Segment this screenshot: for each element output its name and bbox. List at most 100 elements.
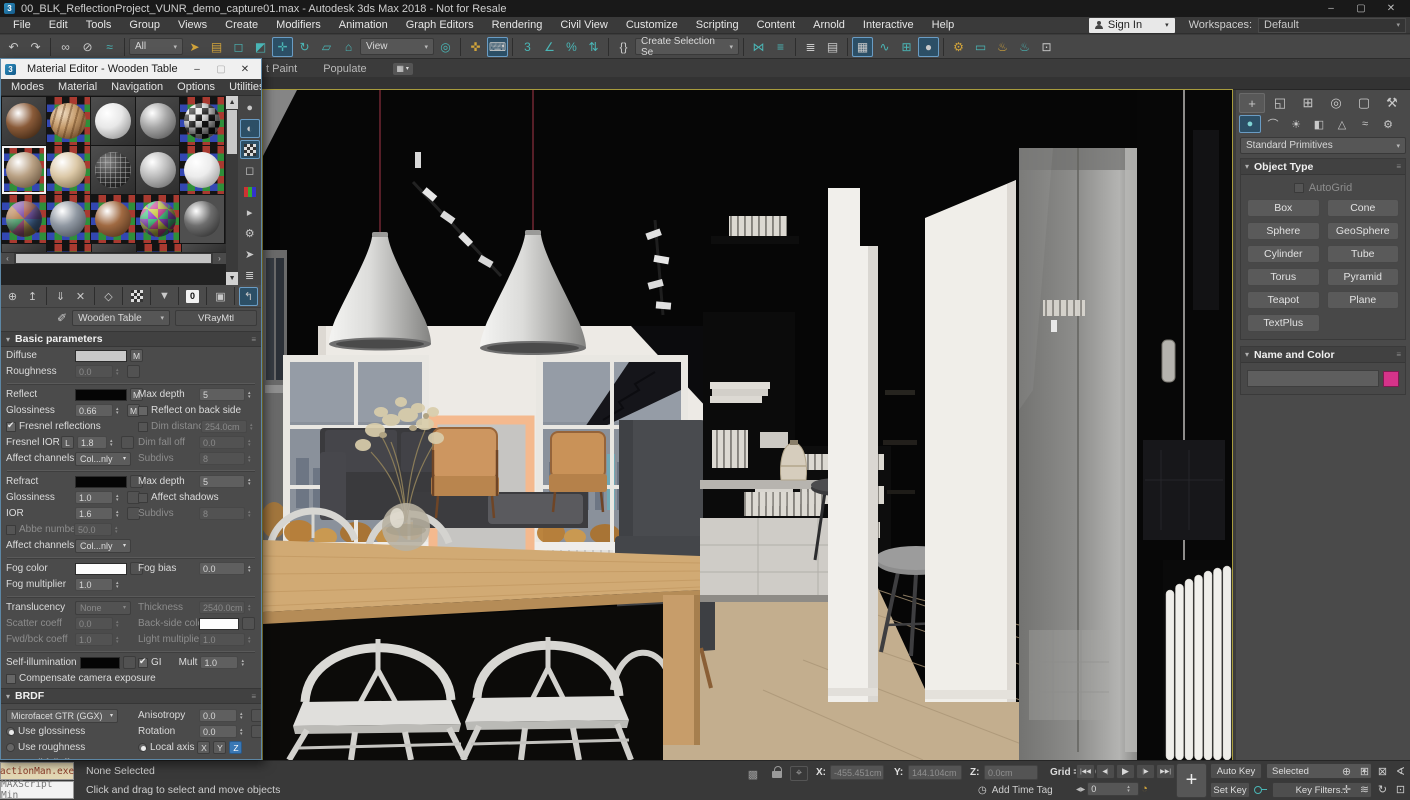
sample-horizontal-scrollbar[interactable]: ‹ › (1, 252, 226, 264)
fwdbck-coeff-field[interactable]: 1.0 (75, 633, 113, 646)
dim-falloff-field[interactable]: 0.0 (199, 436, 245, 449)
reflect-back-checkbox[interactable] (138, 406, 148, 416)
refract-subdivs-field[interactable]: 8 (199, 507, 245, 520)
translucency-dropdown[interactable]: None▾ (75, 601, 131, 615)
background-icon[interactable] (240, 140, 260, 159)
material-sample-slot[interactable] (2, 195, 46, 243)
reference-coordinate-dropdown[interactable]: View▾ (360, 38, 434, 55)
fresnel-ior-map-button[interactable] (121, 436, 134, 449)
compensate-exposure-checkbox[interactable] (6, 674, 16, 684)
fog-bias-field[interactable]: 0.0 (199, 562, 245, 575)
material-sample-slot[interactable] (180, 195, 224, 243)
tab-populate[interactable]: Populate (323, 63, 366, 75)
isolate-selection-icon[interactable]: ▩ (744, 766, 762, 782)
name-color-header[interactable]: ▾ Name and Color ≡ (1241, 347, 1405, 363)
menu-edit[interactable]: Edit (40, 19, 77, 31)
scrollbar-thumb[interactable] (16, 254, 211, 263)
thickness-field[interactable]: 2540.0cm (199, 601, 245, 614)
local-axis-radio[interactable] (138, 743, 147, 752)
x-coordinate-field[interactable]: -455.451cm (830, 765, 884, 780)
menu-modes[interactable]: Modes (4, 81, 51, 93)
use-roughness-radio[interactable] (6, 743, 15, 752)
object-name-input[interactable] (1247, 370, 1379, 387)
refract-max-depth-field[interactable]: 5 (199, 475, 245, 488)
material-name-dropdown[interactable]: Wooden Table▾ (72, 310, 170, 326)
menu-modifiers[interactable]: Modifiers (267, 19, 330, 31)
material-sample-slot[interactable] (136, 195, 180, 243)
axis-x-button[interactable]: X (197, 741, 210, 754)
roughness-map-button[interactable] (127, 365, 140, 378)
play-button[interactable]: ▶ (1116, 764, 1135, 779)
tab-object-paint[interactable]: t Paint (266, 63, 297, 75)
backside-map-button[interactable] (242, 617, 255, 630)
show-background-icon[interactable] (127, 287, 146, 306)
select-object-icon[interactable]: ➤ (184, 37, 205, 57)
reflect-color-swatch[interactable] (75, 389, 127, 401)
object-type-header[interactable]: ▾ Object Type ≡ (1241, 159, 1405, 175)
maximize-viewport-icon[interactable]: ⊡ (1392, 781, 1409, 798)
select-by-material-icon[interactable]: ➤ (240, 245, 260, 264)
sample-type-icon[interactable]: ● (240, 98, 260, 117)
options-icon[interactable]: ⚙ (240, 224, 260, 243)
sample-uv-tiling-icon[interactable]: ◻ (240, 161, 260, 180)
scroll-down-icon[interactable]: ▼ (226, 272, 238, 285)
geometry-category-icon[interactable]: ● (1239, 115, 1261, 133)
fresnel-ior-field[interactable]: 1.8 (77, 436, 107, 449)
create-tab-icon[interactable]: + (1239, 93, 1265, 113)
named-selection-dropdown[interactable]: Create Selection Se▾ (635, 38, 739, 55)
pan-icon[interactable]: ✛ (1338, 781, 1355, 798)
fresnel-checkbox[interactable] (6, 422, 16, 432)
scroll-up-icon[interactable]: ▲ (226, 96, 238, 109)
box-button[interactable]: Box (1247, 199, 1320, 217)
refract-color-swatch[interactable] (75, 476, 127, 488)
brdf-model-dropdown[interactable]: Microfacet GTR (GGX)▾ (6, 709, 118, 723)
material-type-button[interactable]: VRayMtl (175, 310, 257, 326)
glossiness-field[interactable]: 0.66 (75, 404, 113, 417)
scatter-coeff-field[interactable]: 0.0 (75, 617, 113, 630)
abbe-checkbox[interactable] (6, 525, 16, 535)
put-to-library-icon[interactable]: ▼ (155, 287, 174, 306)
angle-snap-icon[interactable]: ∠ (539, 37, 560, 57)
frame-step-arrows[interactable]: ◀▶ (1076, 786, 1085, 793)
use-glossiness-radio[interactable] (6, 727, 15, 736)
maxscript-mini-button[interactable]: MAXScript Min (0, 781, 74, 799)
subdivs-field[interactable]: 8 (199, 452, 245, 465)
menu-file[interactable]: File (4, 19, 40, 31)
fog-multiplier-field[interactable]: 1.0 (75, 578, 113, 591)
menu-material[interactable]: Material (51, 81, 104, 93)
menu-interactive[interactable]: Interactive (854, 19, 923, 31)
make-preview-icon[interactable]: ▸ (240, 203, 260, 222)
show-end-result-icon[interactable]: 0 (183, 287, 202, 306)
make-unique-icon[interactable]: ◇ (99, 287, 118, 306)
menu-utilities[interactable]: Utilities (222, 81, 262, 93)
dim-distance-field[interactable]: 254.0cm (201, 420, 247, 433)
restore-icon[interactable]: ▢ (1346, 1, 1376, 16)
diffuse-map-button[interactable]: M (130, 349, 143, 362)
previous-frame-button[interactable]: ◀| (1096, 764, 1115, 779)
pyramid-button[interactable]: Pyramid (1327, 268, 1400, 286)
material-sample-slot[interactable] (47, 97, 91, 145)
menu-tools[interactable]: Tools (77, 19, 121, 31)
go-to-parent-icon[interactable]: ↰ (239, 287, 258, 306)
axis-y-button[interactable]: Y (213, 741, 226, 754)
teapot-button[interactable]: Teapot (1247, 291, 1320, 309)
menu-civil-view[interactable]: Civil View (551, 19, 616, 31)
material-sample-slot-selected[interactable] (2, 146, 46, 194)
material-editor-titlebar[interactable]: 3 Material Editor - Wooden Table – ▢ ✕ (1, 59, 261, 79)
select-and-move-icon[interactable]: ✛ (272, 37, 293, 57)
material-sample-slot[interactable] (180, 97, 224, 145)
menu-create[interactable]: Create (216, 19, 267, 31)
minimize-icon[interactable]: – (185, 62, 209, 77)
video-color-check-icon[interactable] (240, 182, 260, 201)
menu-options[interactable]: Options (170, 81, 222, 93)
diffuse-color-swatch[interactable] (75, 350, 127, 362)
material-sample-slot[interactable] (136, 97, 180, 145)
snap-3d-icon[interactable]: 3 (517, 37, 538, 57)
scroll-right-icon[interactable]: › (213, 253, 226, 264)
material-sample-slot[interactable] (47, 195, 91, 243)
named-selection-sets-icon[interactable]: {} (613, 37, 634, 57)
primitive-category-dropdown[interactable]: Standard Primitives▾ (1240, 137, 1406, 154)
select-and-scale-icon[interactable]: ▱ (316, 37, 337, 57)
maxscript-listener-button[interactable]: actionMan.exe (0, 762, 74, 780)
dim-distance-checkbox[interactable] (138, 422, 148, 432)
